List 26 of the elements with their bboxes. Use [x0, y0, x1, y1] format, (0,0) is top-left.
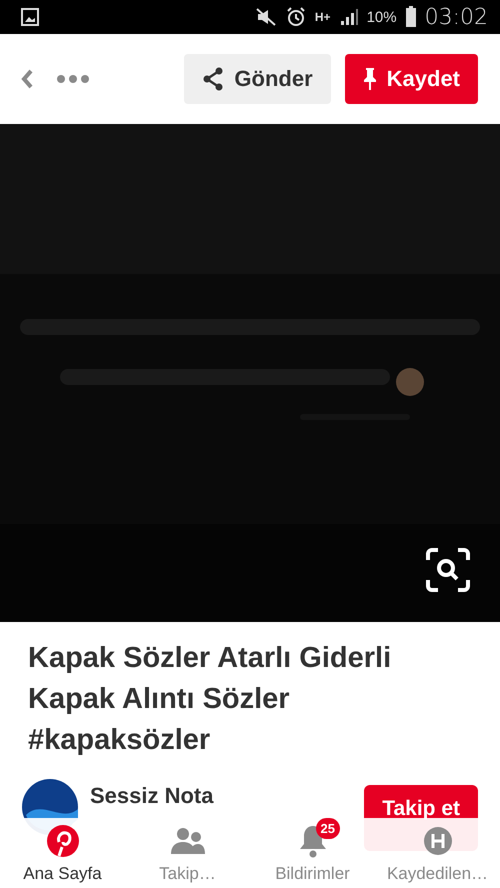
- pushpin-icon: [362, 67, 377, 91]
- network-type: H+: [314, 10, 331, 24]
- nav-tab[interactable]: Ana Sayfa: [0, 818, 125, 888]
- share-icon: [202, 67, 224, 91]
- pin-logo-icon: [46, 825, 78, 857]
- nav-tab[interactable]: 25 Bildirimler: [250, 818, 375, 888]
- nav-tab[interactable]: Takip…: [125, 818, 250, 888]
- author-name[interactable]: Sessiz Nota: [90, 783, 214, 809]
- signal-icon: [338, 7, 359, 27]
- back-icon: [20, 68, 34, 90]
- save-button[interactable]: Kaydet: [344, 54, 478, 104]
- alarm-icon: [284, 6, 307, 28]
- gallery-icon: [20, 7, 40, 27]
- profile-icon: [422, 826, 452, 856]
- people-icon: [170, 827, 206, 855]
- battery-level: 10%: [366, 8, 397, 26]
- mute-icon: [254, 7, 277, 27]
- pin-title: Kapak Sözler Atarlı Giderli Kapak Alıntı Sözler #kapaksözler: [28, 641, 392, 758]
- nav-tab[interactable]: Kaydedilen…: [375, 818, 500, 888]
- clock: 03:02: [424, 4, 488, 30]
- visual-search-button[interactable]: [424, 546, 472, 594]
- more-icon: [56, 74, 90, 84]
- battery-icon: [404, 6, 417, 28]
- share-button[interactable]: Gönder: [184, 54, 331, 104]
- notification-count: 25: [316, 818, 340, 839]
- visual-search-icon: [424, 546, 472, 594]
